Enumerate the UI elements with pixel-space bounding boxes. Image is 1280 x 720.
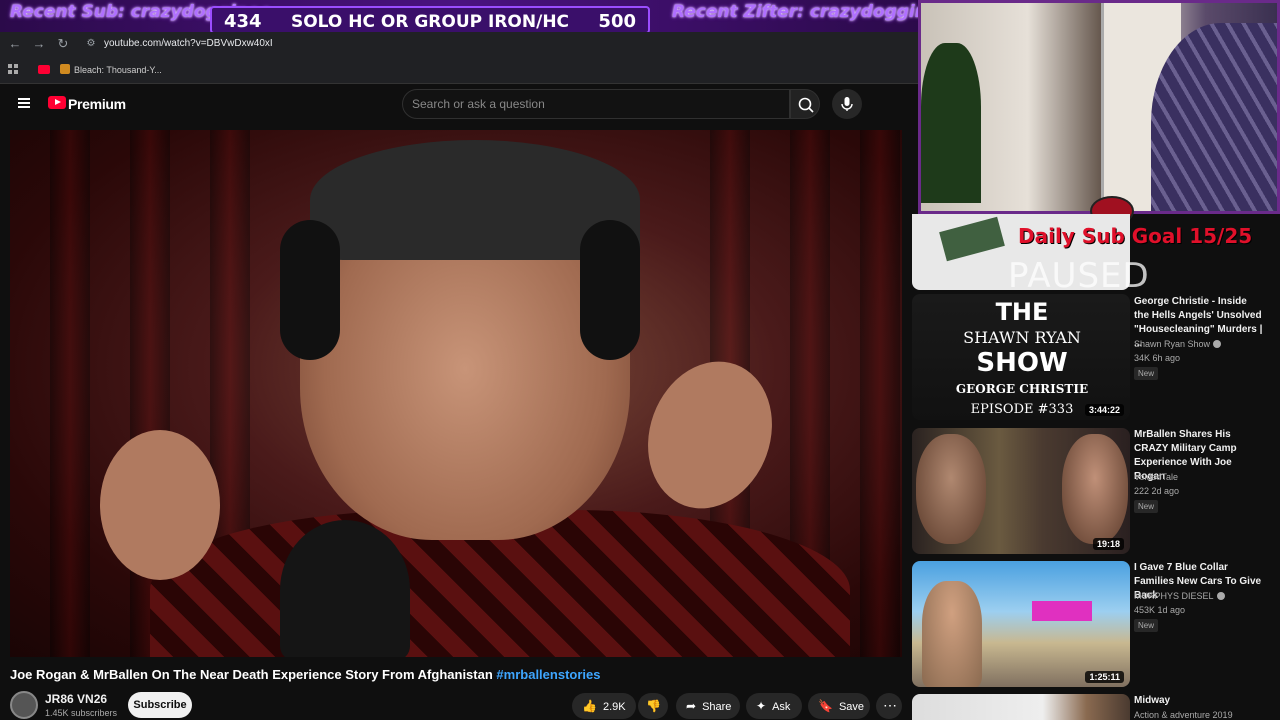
thumb-text: SHAWN RYAN bbox=[963, 328, 1081, 347]
search-placeholder: Search or ask a question bbox=[412, 97, 545, 111]
goal-target: 500 bbox=[598, 11, 636, 32]
thumb-text: SHOW bbox=[976, 348, 1068, 378]
webcam-overlay bbox=[918, 0, 1280, 214]
forward-icon[interactable]: → bbox=[32, 36, 46, 52]
bookmark-icon: 🔖 bbox=[818, 699, 833, 713]
youtube-premium-logo[interactable]: Premium bbox=[68, 96, 126, 112]
video-player[interactable] bbox=[10, 130, 902, 657]
video-hashtag[interactable]: #mrballenstories bbox=[496, 667, 600, 682]
like-button[interactable]: 👍 2.9K bbox=[572, 693, 636, 719]
paused-overlay-text: PAUSED bbox=[1008, 256, 1150, 296]
video-title: Joe Rogan & MrBallen On The Near Death E… bbox=[10, 667, 600, 682]
video-duration: 3:44:22 bbox=[1084, 404, 1124, 416]
goal-text: SOLO HC OR GROUP IRON/HC bbox=[290, 12, 570, 32]
new-badge: New bbox=[1134, 619, 1159, 632]
thumbs-up-icon: 👍 bbox=[582, 699, 597, 713]
recommendation-title[interactable]: Midway bbox=[1134, 694, 1264, 708]
recommendation-thumbnail[interactable]: THE SHAWN RYAN SHOW GEORGE CHRISTIE EPIS… bbox=[912, 294, 1130, 420]
dislike-button[interactable]: 👎 bbox=[638, 693, 668, 719]
save-button[interactable]: 🔖 Save bbox=[808, 693, 870, 719]
channel-avatar[interactable] bbox=[10, 691, 38, 719]
recommendation-meta: 222 2d ago bbox=[1134, 486, 1180, 496]
thumb-text: THE bbox=[995, 298, 1049, 326]
share-icon: ➦ bbox=[686, 699, 697, 713]
youtube-bookmark-icon[interactable] bbox=[38, 65, 50, 74]
voice-search-button[interactable] bbox=[832, 89, 862, 119]
recent-zifter-ticker: Recent Zifter: crazydogginoc bbox=[672, 2, 949, 22]
channel-subscriber-count: 1.45K subscribers bbox=[45, 708, 118, 718]
verified-icon bbox=[1216, 592, 1225, 600]
more-icon: ⋯ bbox=[883, 697, 897, 713]
channel-name[interactable]: JR86 VN26 bbox=[45, 692, 107, 706]
youtube-logo-icon[interactable] bbox=[48, 96, 66, 109]
subscribe-button[interactable]: Subscribe bbox=[128, 692, 192, 718]
search-button[interactable] bbox=[790, 89, 820, 119]
site-info-icon[interactable]: ⚙ bbox=[84, 36, 98, 52]
share-label: Share bbox=[702, 701, 732, 713]
thumb-text: EPISODE #333 bbox=[970, 402, 1074, 417]
save-label: Save bbox=[838, 701, 865, 713]
like-count: 2.9K bbox=[602, 701, 626, 713]
reload-icon[interactable]: ↻ bbox=[56, 36, 70, 52]
daily-sub-goal: Daily Sub Goal 15/25 bbox=[1018, 224, 1253, 248]
new-badge: New bbox=[1134, 500, 1159, 513]
apps-grid-icon[interactable] bbox=[8, 64, 18, 74]
url-field[interactable]: youtube.com/watch?v=DBVwDxw40xI bbox=[104, 38, 273, 49]
sparkle-icon: ✦ bbox=[756, 699, 767, 713]
thumb-text: GEORGE CHRISTIE bbox=[955, 382, 1089, 396]
video-title-text: Joe Rogan & MrBallen On The Near Death E… bbox=[10, 667, 493, 682]
ask-label: Ask bbox=[772, 701, 791, 713]
recommendation-meta: 34K 6h ago bbox=[1134, 353, 1181, 363]
recommendation-channel[interactable]: MURPHYS DIESEL bbox=[1134, 591, 1225, 601]
recommendation-channel[interactable]: Action & adventure 2019 bbox=[1134, 710, 1233, 720]
bookmark-bleach[interactable]: Bleach: Thousand-Y... bbox=[74, 65, 162, 75]
share-button[interactable]: ➦ Share bbox=[676, 693, 740, 719]
recommendation-thumbnail[interactable] bbox=[912, 694, 1130, 720]
verified-icon bbox=[1213, 340, 1222, 348]
ask-button[interactable]: ✦ Ask bbox=[746, 693, 802, 719]
recommendation-meta: 453K 1d ago bbox=[1134, 605, 1186, 615]
microphone-icon bbox=[841, 97, 853, 111]
new-badge: New bbox=[1134, 367, 1159, 380]
search-icon bbox=[798, 97, 814, 113]
recommendation-thumbnail[interactable]: 1:25:11 bbox=[912, 561, 1130, 687]
more-actions-button[interactable]: ⋯ bbox=[876, 693, 902, 719]
hamburger-menu-icon[interactable] bbox=[18, 98, 30, 108]
recommendation-thumbnail[interactable]: 19:18 bbox=[912, 428, 1130, 554]
video-duration: 1:25:11 bbox=[1085, 671, 1124, 683]
video-duration: 19:18 bbox=[1092, 538, 1124, 550]
recommendation-channel[interactable]: Shawn Ryan Show bbox=[1134, 339, 1222, 349]
bookmark-favicon-icon bbox=[60, 64, 70, 74]
recommendation-channel[interactable]: VoidedTale bbox=[1134, 472, 1178, 482]
recommendation-channel-name: MURPHYS DIESEL bbox=[1134, 591, 1214, 601]
back-icon[interactable]: ← bbox=[8, 36, 22, 52]
recommendation-channel-name: Shawn Ryan Show bbox=[1134, 339, 1211, 349]
thumbs-down-icon: 👎 bbox=[646, 699, 661, 713]
goal-bar: 434 SOLO HC OR GROUP IRON/HC 500 bbox=[210, 6, 650, 34]
